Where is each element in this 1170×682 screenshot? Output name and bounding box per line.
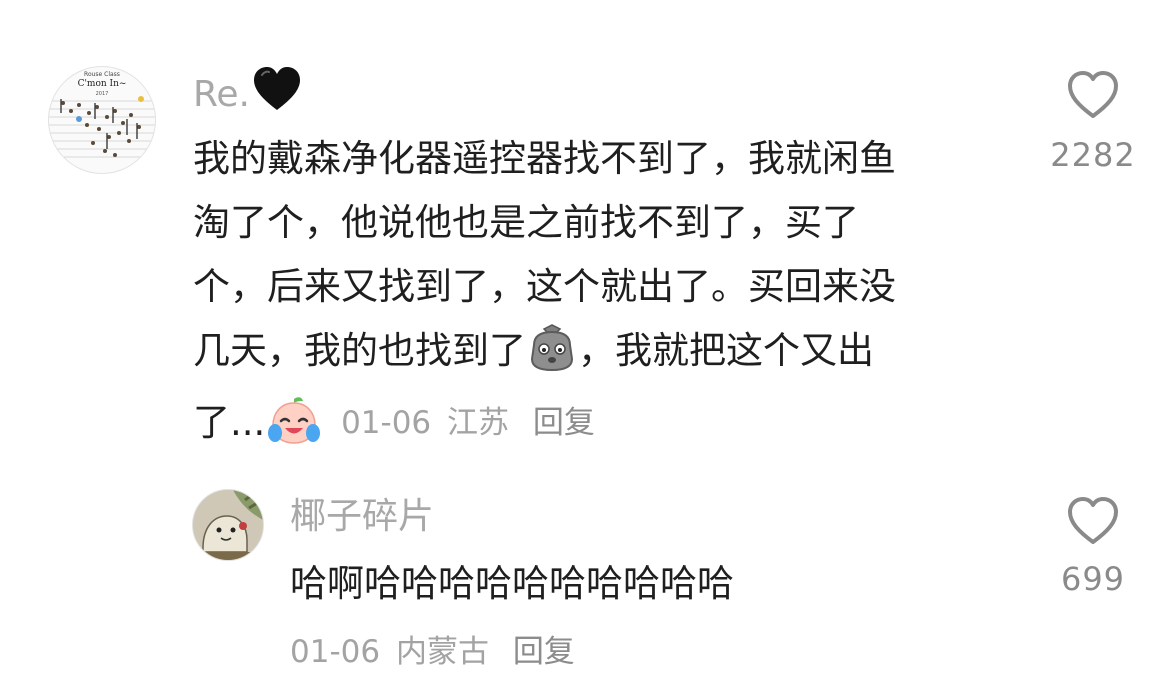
username-text: Re. (193, 74, 250, 115)
avatar-caption-line3: 2017 (95, 91, 109, 97)
heart-outline-icon (1068, 497, 1118, 544)
comment-line-text: 了... (193, 401, 266, 444)
avatar-caption-line1: Rouse Class (84, 71, 120, 78)
comment-last-line: 了... 01-06 江苏 回复 (193, 391, 1023, 465)
reply-text: 哈啊哈哈哈哈哈哈哈哈哈哈 (290, 562, 734, 605)
comment-line: 个，后来又找到了，这个就出了。买回来没 (193, 265, 896, 308)
avatar[interactable]: Rouse Class C'mon In~ 2017 (48, 66, 156, 174)
reply-date: 01-06 (290, 634, 381, 670)
like-count: 699 (1060, 560, 1126, 598)
like-button[interactable]: 699 (1048, 496, 1138, 598)
comment-line: 淘了个，他说他也是之前找不到了，买了 (193, 201, 859, 244)
comment-meta: 01-06 江苏 回复 (341, 405, 595, 441)
comment-line-text: ，我就把这个又出 (578, 329, 874, 372)
comment-date: 01-06 (341, 405, 432, 441)
comment-line: 我的戴森净化器遥控器找不到了，我就闲鱼 (193, 137, 896, 180)
reply-button[interactable]: 回复 (513, 634, 575, 670)
comment-text: 我的戴森净化器遥控器找不到了，我就闲鱼 淘了个，他说他也是之前找不到了，买了 个… (193, 127, 1023, 465)
comment-username[interactable]: Re. (193, 66, 302, 126)
reply-username[interactable]: 椰子碎片 (290, 494, 434, 540)
bag-face-emoji-icon (526, 323, 578, 391)
avatar-caption-line2: C'mon In~ (77, 79, 127, 89)
like-button[interactable]: 2282 (1048, 70, 1138, 174)
comment-line: 几天，我的也找到了 ，我就把这个又出 (193, 319, 1023, 391)
reply-location: 内蒙古 (395, 634, 489, 670)
reply-button[interactable]: 回复 (533, 405, 595, 441)
black-heart-icon (252, 66, 302, 126)
heart-outline-icon (1068, 71, 1118, 118)
reply-meta: 01-06 内蒙古 回复 (290, 630, 575, 674)
comment-location: 江苏 (447, 405, 510, 441)
avatar[interactable] (192, 489, 264, 561)
comment-line-text: 几天，我的也找到了 (193, 329, 526, 372)
crying-laugh-emoji-icon (265, 395, 323, 465)
like-count: 2282 (1050, 136, 1136, 174)
